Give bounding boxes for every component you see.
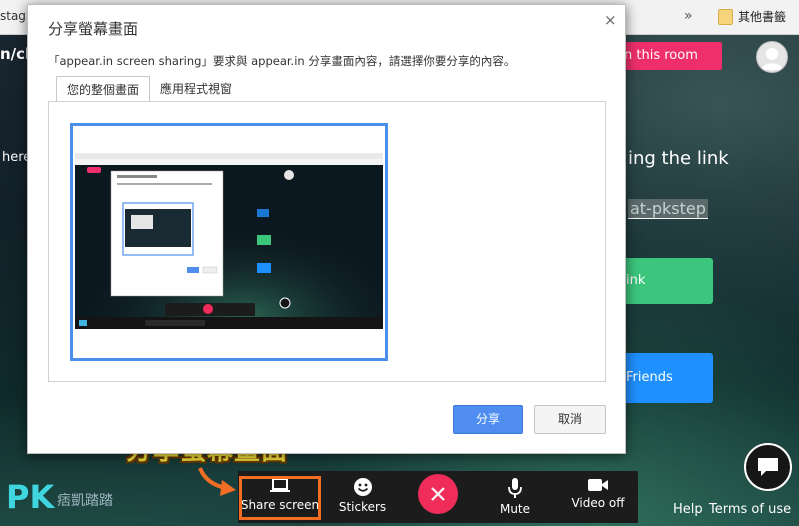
annotation-arrow-icon [198, 467, 236, 496]
screen-preview-image [75, 153, 383, 329]
tab-application-window[interactable]: 應用程式視窗 [150, 76, 242, 102]
avatar[interactable] [756, 41, 788, 73]
copy-link-button[interactable]: ink [612, 258, 713, 304]
terms-link[interactable]: Terms of use [709, 502, 791, 517]
help-link[interactable]: Help [673, 502, 703, 517]
chat-bubble-icon [758, 458, 778, 476]
folder-icon [718, 9, 733, 25]
sharing-link-heading: ing the link [628, 148, 729, 169]
mute-button[interactable]: Mute [485, 471, 545, 523]
tab-entire-screen[interactable]: 您的整個畫面 [56, 76, 151, 102]
dialog-description: 「appear.in screen sharing」要求與 appear.in … [48, 54, 516, 68]
screen-thumbnail[interactable] [70, 123, 388, 361]
other-bookmarks-link[interactable]: 其他書籤 [738, 8, 786, 25]
video-off-button[interactable]: Video off [562, 471, 634, 523]
join-room-button[interactable]: n this room [612, 42, 722, 70]
watermark-logo: PK [6, 478, 55, 516]
smiley-icon [353, 478, 372, 496]
close-icon [431, 487, 445, 501]
screen-preview [75, 153, 383, 329]
stickers-button[interactable]: Stickers [325, 471, 400, 523]
stickers-label: Stickers [338, 500, 387, 514]
video-off-label: Video off [571, 496, 625, 510]
share-button[interactable]: 分享 [453, 405, 523, 434]
watermark-subtitle: 痞凱踏踏 [57, 493, 113, 509]
chat-button[interactable] [744, 443, 792, 491]
cancel-button[interactable]: 取消 [534, 405, 606, 434]
share-screen-dialog: 分享螢幕畫面 × 「appear.in screen sharing」要求與 a… [27, 4, 626, 454]
bookmarks-overflow-icon[interactable]: » [684, 8, 693, 24]
microphone-icon [508, 478, 522, 498]
invite-friends-button[interactable]: Friends [612, 353, 713, 403]
dialog-close-icon[interactable]: × [604, 11, 617, 29]
video-camera-icon [588, 479, 608, 491]
share-screen-highlight [239, 476, 321, 520]
user-icon [761, 48, 783, 70]
dialog-title: 分享螢幕畫面 [48, 20, 139, 38]
room-name-link[interactable]: at-pkstep [628, 199, 708, 219]
browser-tab-fragment[interactable]: stag [0, 9, 26, 23]
leave-call-button[interactable] [418, 474, 458, 514]
mute-label: Mute [499, 502, 531, 516]
